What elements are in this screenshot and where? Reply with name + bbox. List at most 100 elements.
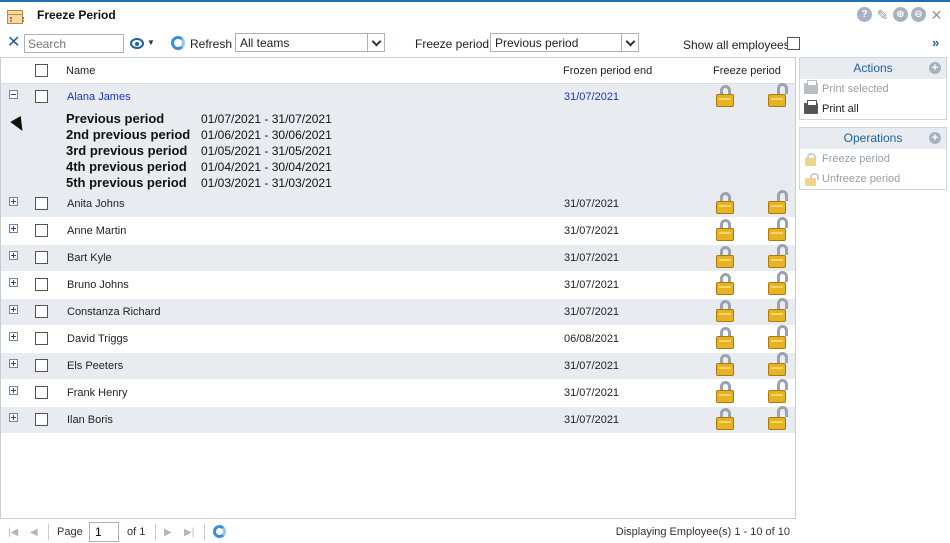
- table-row[interactable]: Anne Martin 31/07/2021: [1, 217, 795, 245]
- row-checkbox[interactable]: [35, 413, 48, 426]
- pin-icon[interactable]: ✎: [875, 7, 890, 22]
- column-header-freeze-period[interactable]: Freeze period: [713, 65, 781, 77]
- freeze-period-button[interactable]: Freeze period: [800, 149, 946, 169]
- lock-icon[interactable]: [716, 381, 734, 404]
- page-number-input[interactable]: [89, 522, 119, 542]
- expand-row-icon[interactable]: [9, 413, 18, 422]
- table-row[interactable]: Els Peeters 31/07/2021: [1, 352, 795, 380]
- operations-panel-header[interactable]: Operations +: [800, 128, 946, 149]
- actions-panel-header[interactable]: Actions +: [800, 58, 946, 79]
- lock-icon[interactable]: [716, 408, 734, 431]
- expand-row-icon[interactable]: [9, 386, 18, 395]
- expand-row-icon[interactable]: [9, 359, 18, 368]
- period-list: Previous period 01/07/2021 - 31/07/2021 2…: [66, 111, 332, 191]
- unlock-icon[interactable]: [768, 217, 788, 242]
- collapse-row-icon[interactable]: [9, 90, 18, 99]
- unlock-icon[interactable]: [768, 298, 788, 323]
- chevron-down-icon[interactable]: [621, 34, 638, 51]
- freeze-period-select-value: Previous period: [495, 36, 579, 50]
- select-all-checkbox[interactable]: [35, 64, 48, 77]
- page-label: Page: [57, 526, 83, 538]
- unlock-icon[interactable]: [768, 83, 788, 108]
- lock-icon[interactable]: [716, 219, 734, 242]
- help-icon[interactable]: ?: [857, 7, 872, 22]
- row-checkbox[interactable]: [35, 90, 48, 103]
- expand-row-icon[interactable]: [9, 224, 18, 233]
- lock-icon[interactable]: [716, 354, 734, 377]
- lock-icon[interactable]: [716, 273, 734, 296]
- expand-row-icon[interactable]: [9, 332, 18, 341]
- row-checkbox[interactable]: [35, 278, 48, 291]
- row-checkbox[interactable]: [35, 359, 48, 372]
- employee-name-link[interactable]: Alana James: [67, 91, 131, 103]
- unlock-icon[interactable]: [768, 379, 788, 404]
- row-checkbox[interactable]: [35, 332, 48, 345]
- paging-display-info: Displaying Employee(s) 1 - 10 of 10: [615, 526, 790, 538]
- table-row[interactable]: Anita Johns 31/07/2021: [1, 190, 795, 218]
- table-row[interactable]: Constanza Richard 31/07/2021: [1, 298, 795, 326]
- table-row[interactable]: Ilan Boris 31/07/2021: [1, 406, 795, 434]
- row-checkbox[interactable]: [35, 197, 48, 210]
- employee-name: Anne Martin: [67, 225, 127, 237]
- table-row[interactable]: Bruno Johns 31/07/2021: [1, 271, 795, 299]
- print-selected-button[interactable]: Print selected: [800, 79, 946, 99]
- table-row[interactable]: Bart Kyle 31/07/2021: [1, 244, 795, 272]
- table-row[interactable]: Frank Henry 31/07/2021: [1, 379, 795, 407]
- row-checkbox[interactable]: [35, 386, 48, 399]
- view-dropdown-chevron-icon[interactable]: ▼: [147, 38, 155, 47]
- lock-icon[interactable]: [716, 300, 734, 323]
- chevron-down-icon[interactable]: [367, 34, 384, 51]
- maximize-icon[interactable]: ⊕: [893, 7, 908, 22]
- row-checkbox[interactable]: [35, 251, 48, 264]
- toolbar-separator: [204, 524, 205, 540]
- expand-row-icon[interactable]: [9, 251, 18, 260]
- show-all-employees-checkbox[interactable]: [787, 37, 800, 50]
- unlock-icon[interactable]: [768, 352, 788, 377]
- unfreeze-period-button[interactable]: Unfreeze period: [800, 169, 946, 189]
- refresh-icon[interactable]: [213, 525, 226, 538]
- lock-icon[interactable]: [716, 192, 734, 215]
- plus-icon[interactable]: +: [929, 132, 941, 144]
- unlock-icon[interactable]: [768, 325, 788, 350]
- row-checkbox[interactable]: [35, 224, 48, 237]
- column-header-frozen-end[interactable]: Frozen period end: [563, 65, 652, 77]
- period-item: 2nd previous period 01/06/2021 - 30/06/20…: [66, 127, 332, 142]
- frozen-end-date: 06/08/2021: [564, 333, 620, 345]
- first-page-icon[interactable]: |◀: [8, 527, 18, 538]
- column-header-name[interactable]: Name: [66, 65, 95, 77]
- lock-icon[interactable]: [716, 246, 734, 269]
- frozen-end-date: 31/07/2021: [564, 225, 620, 237]
- expand-row-icon[interactable]: [9, 305, 18, 314]
- expand-row-icon[interactable]: [9, 278, 18, 287]
- last-page-icon[interactable]: ▶|: [184, 527, 194, 538]
- lock-icon[interactable]: [716, 327, 734, 350]
- expanded-row: Alana James 31/07/2021 Previous period 01…: [1, 83, 795, 191]
- table-row[interactable]: David Triggs 06/08/2021: [1, 325, 795, 353]
- lock-icon[interactable]: [716, 85, 734, 108]
- employee-name: Bruno Johns: [67, 279, 129, 291]
- close-icon[interactable]: ✕: [929, 7, 944, 22]
- window-controls: ? ✎ ⊕ ⊖ ✕: [857, 7, 944, 22]
- employee-name: Bart Kyle: [67, 252, 112, 264]
- actions-panel: Actions + Print selected Print all: [799, 57, 947, 120]
- plus-icon[interactable]: +: [929, 62, 941, 74]
- view-icon[interactable]: [130, 38, 144, 49]
- print-all-button[interactable]: Print all: [800, 99, 946, 119]
- freeze-period-select[interactable]: Previous period: [490, 33, 639, 52]
- row-checkbox[interactable]: [35, 305, 48, 318]
- expand-row-icon[interactable]: [9, 197, 18, 206]
- search-input[interactable]: [24, 34, 124, 53]
- next-page-icon[interactable]: ▶: [164, 527, 172, 538]
- frozen-end-date: 31/07/2021: [564, 306, 620, 318]
- refresh-icon[interactable]: [171, 36, 185, 50]
- previous-page-icon[interactable]: ◀: [30, 527, 38, 538]
- unlock-icon[interactable]: [768, 271, 788, 296]
- unlock-icon[interactable]: [768, 190, 788, 215]
- unlock-icon[interactable]: [768, 406, 788, 431]
- team-select[interactable]: All teams: [235, 33, 385, 52]
- minimize-icon[interactable]: ⊖: [911, 7, 926, 22]
- clear-search-icon[interactable]: ✕: [7, 34, 20, 52]
- refresh-button[interactable]: Refresh: [190, 37, 232, 51]
- collapse-panel-icon[interactable]: »: [932, 35, 939, 50]
- unlock-icon[interactable]: [768, 244, 788, 269]
